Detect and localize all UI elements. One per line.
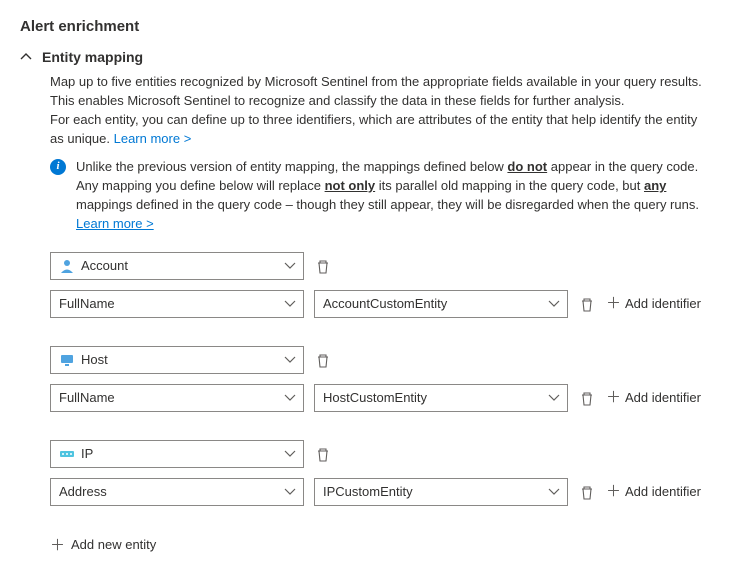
plus-icon: ＋ — [606, 484, 621, 499]
chevron-down-icon — [283, 353, 297, 367]
identifier-label: FullName — [59, 296, 115, 311]
value-label: HostCustomEntity — [323, 390, 427, 405]
plus-icon: ＋ — [606, 390, 621, 405]
identifier-label: FullName — [59, 390, 115, 405]
section-header[interactable]: Entity mapping — [20, 49, 713, 65]
delete-entity-button[interactable] — [314, 351, 332, 369]
entity-block: IP Address IPCustomEntity ＋ Add identifi… — [50, 440, 713, 506]
identifier-dropdown[interactable]: Address — [50, 478, 304, 506]
add-identifier-label: Add identifier — [625, 390, 701, 405]
chevron-up-icon — [20, 51, 32, 63]
value-dropdown[interactable]: HostCustomEntity — [314, 384, 568, 412]
entity-type-dropdown[interactable]: Account — [50, 252, 304, 280]
add-identifier-label: Add identifier — [625, 484, 701, 499]
identifier-label: Address — [59, 484, 107, 499]
plus-icon: ＋ — [50, 534, 65, 555]
plus-icon: ＋ — [606, 296, 621, 311]
delete-identifier-button[interactable] — [578, 295, 596, 313]
learn-more-link[interactable]: Learn more > — [114, 131, 192, 146]
add-identifier-button[interactable]: ＋ Add identifier — [606, 390, 701, 405]
add-entity-label: Add new entity — [71, 537, 156, 552]
identifier-dropdown[interactable]: FullName — [50, 290, 304, 318]
account-icon — [59, 258, 75, 274]
page-title: Alert enrichment — [20, 18, 713, 35]
ip-icon — [59, 446, 75, 462]
section-description: Map up to five entities recognized by Mi… — [50, 73, 713, 148]
value-dropdown[interactable]: IPCustomEntity — [314, 478, 568, 506]
chevron-down-icon — [547, 391, 561, 405]
section-title: Entity mapping — [42, 49, 143, 65]
learn-more-link-2[interactable]: Learn more > — [76, 216, 154, 231]
add-entity-button[interactable]: ＋ Add new entity — [50, 534, 713, 555]
identifier-dropdown[interactable]: FullName — [50, 384, 304, 412]
chevron-down-icon — [283, 391, 297, 405]
chevron-down-icon — [283, 259, 297, 273]
chevron-down-icon — [283, 297, 297, 311]
entity-type-dropdown[interactable]: Host — [50, 346, 304, 374]
chevron-down-icon — [283, 447, 297, 461]
host-icon — [59, 352, 75, 368]
add-identifier-button[interactable]: ＋ Add identifier — [606, 484, 701, 499]
entity-block: Host FullName HostCustomEntity ＋ Add ide… — [50, 346, 713, 412]
add-identifier-label: Add identifier — [625, 296, 701, 311]
delete-identifier-button[interactable] — [578, 389, 596, 407]
add-identifier-button[interactable]: ＋ Add identifier — [606, 296, 701, 311]
entity-block: Account FullName AccountCustomEntity ＋ A… — [50, 252, 713, 318]
info-callout: i Unlike the previous version of entity … — [50, 158, 713, 233]
entity-type-label: Host — [81, 352, 108, 367]
delete-entity-button[interactable] — [314, 257, 332, 275]
info-icon: i — [50, 159, 66, 175]
delete-identifier-button[interactable] — [578, 483, 596, 501]
entity-type-label: IP — [81, 446, 93, 461]
chevron-down-icon — [283, 485, 297, 499]
value-label: AccountCustomEntity — [323, 296, 447, 311]
delete-entity-button[interactable] — [314, 445, 332, 463]
chevron-down-icon — [547, 297, 561, 311]
value-label: IPCustomEntity — [323, 484, 413, 499]
chevron-down-icon — [547, 485, 561, 499]
value-dropdown[interactable]: AccountCustomEntity — [314, 290, 568, 318]
entity-type-dropdown[interactable]: IP — [50, 440, 304, 468]
entity-type-label: Account — [81, 258, 128, 273]
